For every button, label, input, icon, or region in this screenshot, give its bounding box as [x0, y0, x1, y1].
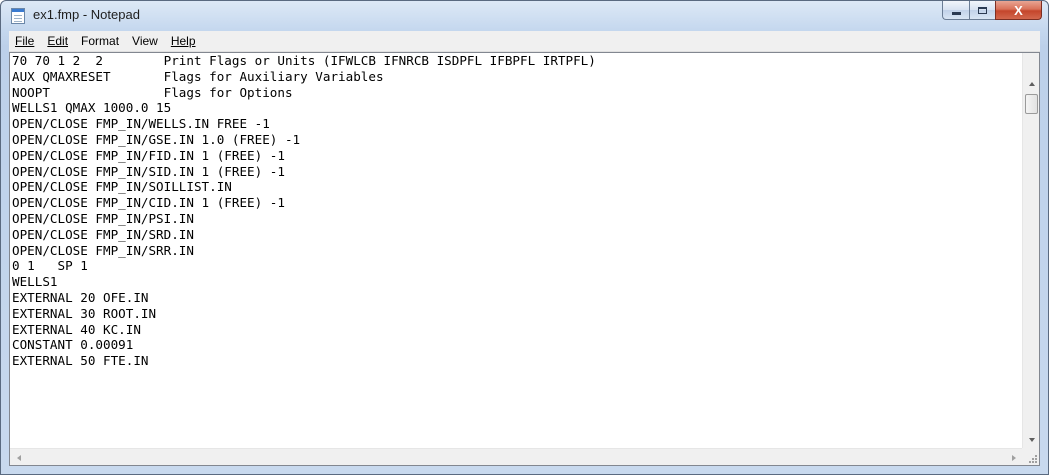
- text-line: 0 1 SP 1: [12, 258, 88, 274]
- text-line: WELLS1: [12, 274, 58, 290]
- text-line: OPEN/CLOSE FMP_IN/SRD.IN: [12, 226, 194, 242]
- text-line: 70 70 1 2 2 Print Flags or Units (IFWLCB…: [12, 53, 596, 68]
- horizontal-scrollbar[interactable]: [10, 448, 1022, 465]
- text-line: EXTERNAL 30 ROOT.IN: [12, 305, 157, 321]
- text-line: OPEN/CLOSE FMP_IN/FID.IN 1 (FREE) -1: [12, 147, 285, 163]
- text-editor[interactable]: 70 70 1 2 2 Print Flags or Units (IFWLCB…: [9, 52, 1040, 466]
- chevron-down-icon: [1028, 437, 1035, 442]
- menu-view[interactable]: View: [126, 32, 164, 50]
- text-content[interactable]: 70 70 1 2 2 Print Flags or Units (IFWLCB…: [12, 53, 1021, 419]
- text-line: WELLS1 QMAX 1000.0 15: [12, 100, 172, 116]
- window-title: ex1.fmp - Notepad: [33, 7, 140, 22]
- menu-file[interactable]: File: [9, 32, 40, 50]
- scroll-left-button[interactable]: [10, 449, 27, 466]
- title-bar[interactable]: ex1.fmp - Notepad X: [1, 1, 1048, 31]
- text-line: OPEN/CLOSE FMP_IN/GSE.IN 1.0 (FREE) -1: [12, 131, 301, 147]
- menu-format[interactable]: Format: [75, 32, 125, 50]
- window-controls: X: [942, 1, 1042, 21]
- notepad-icon: [11, 8, 25, 24]
- text-line: CONSTANT 0.00091: [12, 337, 134, 353]
- text-line: OPEN/CLOSE FMP_IN/CID.IN 1 (FREE) -1: [12, 195, 285, 211]
- resize-grip-icon: [1027, 453, 1037, 463]
- minimize-icon: [951, 12, 961, 15]
- menu-file-label: File: [15, 34, 35, 48]
- text-line: NOOPT Flags for Options: [12, 84, 293, 100]
- menu-edit-label: Edit: [47, 34, 69, 48]
- scroll-down-button[interactable]: [1023, 431, 1040, 448]
- text-line: OPEN/CLOSE FMP_IN/SRR.IN: [12, 242, 194, 258]
- vertical-scroll-thumb[interactable]: [1025, 94, 1038, 114]
- chevron-right-icon: [1011, 454, 1016, 461]
- text-line: OPEN/CLOSE FMP_IN/SID.IN 1 (FREE) -1: [12, 163, 285, 179]
- chevron-up-icon: [1028, 81, 1035, 86]
- text-line: EXTERNAL 50 FTE.IN: [12, 353, 149, 369]
- maximize-icon: [978, 6, 987, 14]
- menu-view-label: View: [132, 34, 158, 48]
- text-line: OPEN/CLOSE FMP_IN/SOILLIST.IN: [12, 179, 232, 195]
- text-line: OPEN/CLOSE FMP_IN/PSI.IN: [12, 210, 194, 226]
- maximize-button[interactable]: [969, 1, 995, 20]
- menu-help-label: Help: [170, 34, 196, 48]
- scroll-right-button[interactable]: [1005, 449, 1022, 466]
- menu-help[interactable]: Help: [165, 32, 202, 50]
- menu-format-label: Format: [81, 34, 120, 48]
- text-line: EXTERNAL 40 KC.IN: [12, 321, 141, 337]
- text-line: OPEN/CLOSE FMP_IN/WELLS.IN FREE -1: [12, 116, 270, 132]
- text-line: EXTERNAL 20 OFE.IN: [12, 289, 149, 305]
- vertical-scrollbar[interactable]: [1022, 53, 1039, 448]
- scroll-up-button[interactable]: [1023, 75, 1040, 92]
- close-icon: X: [1014, 2, 1023, 18]
- notepad-window: ex1.fmp - Notepad X File Edit Format Vie…: [0, 0, 1049, 475]
- menu-edit[interactable]: Edit: [41, 32, 74, 50]
- chevron-left-icon: [16, 454, 21, 461]
- menu-bar: File Edit Format View Help: [9, 31, 1040, 52]
- minimize-button[interactable]: [942, 1, 969, 20]
- text-line: AUX QMAXRESET Flags for Auxiliary Variab…: [12, 68, 384, 84]
- resize-corner[interactable]: [1022, 448, 1039, 465]
- close-button[interactable]: X: [995, 1, 1042, 20]
